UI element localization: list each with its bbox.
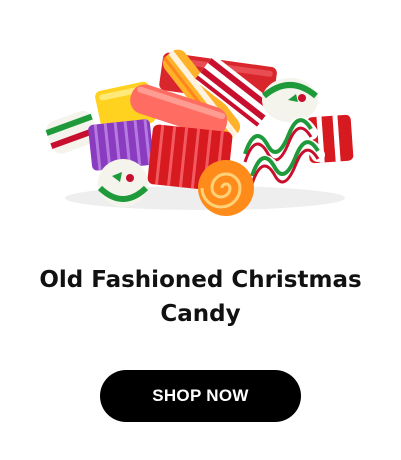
product-title-line-2: Candy [160,301,241,327]
product-title: Old Fashioned Christmas Candy [0,263,401,331]
candy-image[interactable] [40,38,362,218]
product-title-line-1: Old Fashioned Christmas [39,267,362,293]
product-card: Old Fashioned Christmas Candy SHOP NOW [0,0,401,460]
shop-now-button[interactable]: SHOP NOW [100,370,301,422]
